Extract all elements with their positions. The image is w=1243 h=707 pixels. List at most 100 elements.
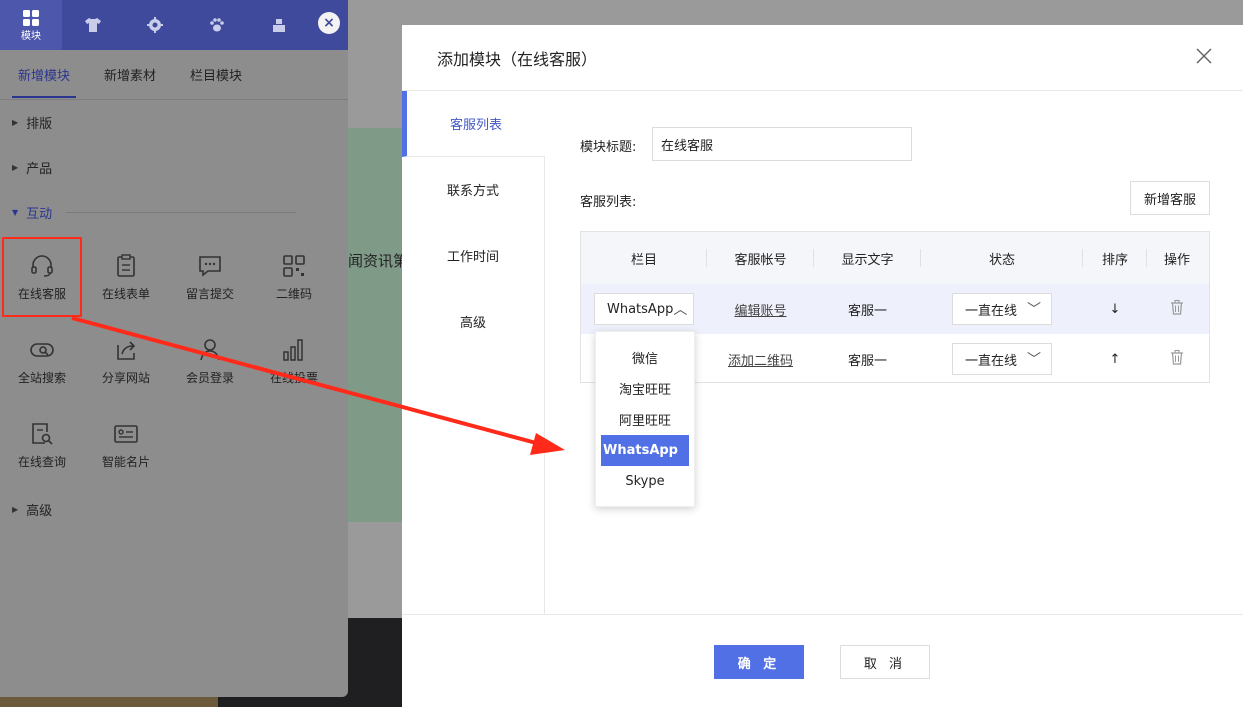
background-text: 闻资讯第 — [348, 252, 408, 270]
dropdown-option-ali-wangwang[interactable]: 阿里旺旺 — [596, 404, 694, 435]
dialog-tab-contact[interactable]: 联系方式 — [402, 157, 544, 223]
module-share-site[interactable]: 分享网站 — [84, 319, 168, 403]
section-advanced-label: 高级 — [26, 504, 53, 519]
module-label: 在线表单 — [101, 286, 150, 301]
tab-modules[interactable]: 模块 — [0, 0, 62, 50]
clipboard-icon — [117, 253, 135, 277]
module-label: 在线客服 — [17, 286, 66, 301]
section-product[interactable]: ▶ 产品 — [0, 145, 348, 190]
status-select[interactable]: 一直在线 ﹀ — [952, 343, 1052, 375]
share-icon — [117, 340, 136, 360]
dropdown-option-taobao-wangwang[interactable]: 淘宝旺旺 — [596, 373, 694, 404]
module-label: 会员登录 — [185, 370, 234, 385]
trash-icon[interactable] — [1169, 299, 1185, 315]
tab-style[interactable] — [62, 0, 124, 50]
cancel-button[interactable]: 取 消 — [840, 645, 930, 679]
move-up-icon[interactable]: ↑ — [1083, 352, 1147, 367]
dialog-body: 模块标题: 在线客服 客服列表: 新增客服 栏目 客服帐号 显示文字 状态 排序… — [545, 91, 1243, 614]
section-interact-label: 互动 — [26, 207, 53, 222]
subtab-column-module[interactable]: 栏目模块 — [184, 51, 248, 98]
module-online-vote[interactable]: 在线投票 — [252, 319, 336, 403]
column-dropdown-menu: 微信 淘宝旺旺 阿里旺旺 WhatsApp Skype — [595, 331, 695, 507]
panel-close-button[interactable]: × — [318, 12, 340, 34]
status-select-value: 一直在线 — [965, 353, 1018, 369]
header-account: 客服帐号 — [707, 248, 814, 268]
column-select[interactable]: WhatsApp ︿ — [594, 293, 694, 325]
module-title-label: 模块标题: — [580, 140, 637, 155]
module-message-submit[interactable]: 留言提交 — [168, 235, 252, 319]
caret-right-icon: ▶ — [12, 505, 19, 514]
module-label: 在线查询 — [17, 454, 66, 469]
bar-chart-icon — [283, 338, 303, 361]
section-layout[interactable]: ▶ 排版 — [0, 100, 348, 145]
delete-cell — [1147, 349, 1207, 369]
module-title-input[interactable]: 在线客服 — [652, 127, 912, 161]
doc-search-icon — [32, 422, 53, 445]
dialog-header: 添加模块（在线客服） — [402, 25, 1243, 91]
shirt-icon — [85, 18, 101, 32]
close-icon[interactable] — [1195, 47, 1213, 65]
user-icon — [200, 338, 220, 360]
section-advanced[interactable]: ▶ 高级 — [0, 487, 348, 532]
gear-icon — [147, 17, 163, 33]
headset-icon — [31, 254, 53, 277]
status-cell: 一直在线 ﹀ — [921, 343, 1083, 375]
module-label: 二维码 — [275, 286, 312, 301]
account-cell: 编辑账号 — [707, 300, 814, 319]
edit-account-link[interactable]: 编辑账号 — [734, 304, 786, 319]
dropdown-option-skype[interactable]: Skype — [596, 466, 694, 497]
add-qrcode-link[interactable]: 添加二维码 — [728, 354, 793, 369]
add-service-button[interactable]: 新增客服 — [1130, 181, 1210, 215]
module-online-form[interactable]: 在线表单 — [84, 235, 168, 319]
tab-layers[interactable] — [248, 0, 310, 50]
caret-down-icon: ▼ — [12, 208, 19, 217]
module-label: 智能名片 — [101, 454, 150, 469]
caret-right-icon: ▶ — [12, 118, 19, 127]
dialog-title: 添加模块（在线客服） — [437, 49, 598, 69]
panel-topbar: 模块 × — [0, 0, 348, 50]
module-online-query[interactable]: 在线查询 — [0, 403, 84, 487]
dropdown-option-whatsapp[interactable]: WhatsApp — [601, 435, 689, 466]
module-online-service[interactable]: 在线客服 — [0, 235, 84, 319]
layers-icon — [273, 19, 285, 32]
chevron-up-icon: ︿ — [673, 302, 688, 318]
status-select[interactable]: 一直在线 ﹀ — [952, 293, 1052, 325]
dialog-tab-advanced[interactable]: 高级 — [402, 289, 544, 355]
card-icon — [114, 424, 138, 443]
table-header: 栏目 客服帐号 显示文字 状态 排序 操作 — [581, 232, 1209, 284]
header-column: 栏目 — [581, 248, 707, 268]
chevron-down-icon: ﹀ — [1027, 352, 1041, 368]
status-select-value: 一直在线 — [965, 303, 1018, 319]
tab-effects[interactable] — [186, 0, 248, 50]
dialog-tab-work-hours[interactable]: 工作时间 — [402, 223, 544, 289]
module-smart-card[interactable]: 智能名片 — [84, 403, 168, 487]
trash-icon[interactable] — [1169, 349, 1185, 365]
module-label: 分享网站 — [101, 370, 150, 385]
section-divider — [66, 212, 297, 213]
module-site-search[interactable]: 全站搜索 — [0, 319, 84, 403]
dropdown-option-wechat[interactable]: 微信 — [596, 342, 694, 373]
move-down-icon[interactable]: ↓ — [1083, 302, 1147, 317]
column-select-value: WhatsApp — [607, 301, 674, 317]
tab-settings[interactable] — [124, 0, 186, 50]
table-row: WhatsApp ︿ 编辑账号 客服一 一直在线 ﹀ ↓ — [581, 284, 1209, 334]
column-cell: WhatsApp ︿ — [581, 293, 707, 325]
service-list-label: 客服列表: — [580, 195, 637, 210]
module-qrcode[interactable]: 二维码 — [252, 235, 336, 319]
display-text-cell: 客服一 — [847, 303, 887, 319]
tab-modules-label: 模块 — [21, 30, 41, 42]
module-member-login[interactable]: 会员登录 — [168, 319, 252, 403]
header-actions: 操作 — [1163, 252, 1190, 268]
qrcode-icon — [283, 254, 305, 277]
subtab-new-material[interactable]: 新增素材 — [98, 51, 162, 98]
status-cell: 一直在线 ﹀ — [921, 293, 1083, 325]
dialog-tab-service-list[interactable]: 客服列表 — [402, 91, 545, 157]
delete-cell — [1147, 299, 1207, 319]
subtab-new-module[interactable]: 新增模块 — [12, 51, 77, 98]
message-icon — [199, 255, 221, 277]
section-interact[interactable]: ▼ 互动 — [0, 190, 348, 235]
confirm-button[interactable]: 确 定 — [714, 645, 804, 679]
dialog-footer: 确 定 取 消 — [402, 614, 1243, 707]
panel-subtabs: 新增模块 新增素材 栏目模块 — [0, 50, 348, 100]
display-text-cell: 客服一 — [847, 353, 887, 369]
